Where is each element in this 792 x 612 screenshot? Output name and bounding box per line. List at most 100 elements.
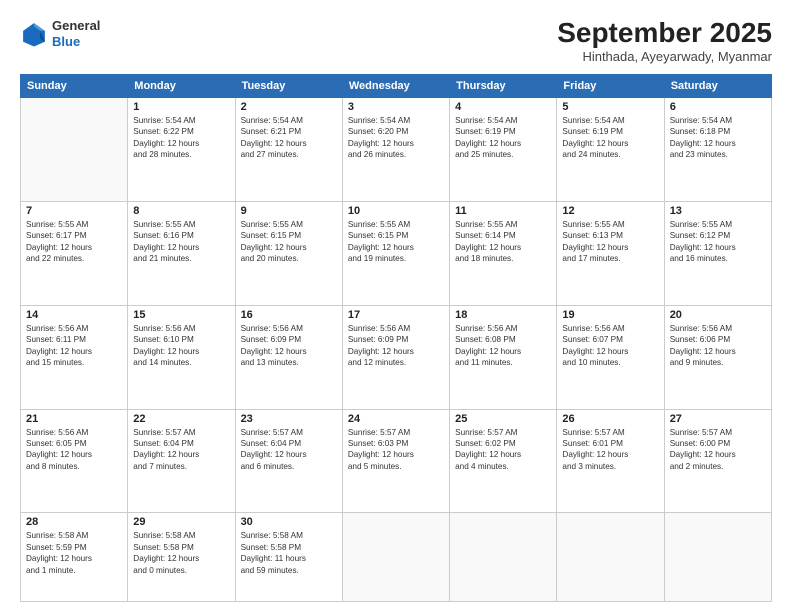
calendar-week-2: 7Sunrise: 5:55 AM Sunset: 6:17 PM Daylig…	[21, 201, 772, 305]
calendar-cell: 4Sunrise: 5:54 AM Sunset: 6:19 PM Daylig…	[450, 97, 557, 201]
day-number: 6	[670, 101, 766, 113]
calendar-cell: 30 Sunrise: 5:58 AM Sunset: 5:58 PM Dayli…	[235, 513, 342, 602]
calendar-week-5: 28 Sunrise: 5:58 AM Sunset: 5:59 PM Dayli…	[21, 513, 772, 602]
day-number: 14	[26, 309, 122, 321]
logo-blue: Blue	[52, 34, 100, 50]
day-number: 12	[562, 205, 658, 217]
calendar-cell: 24Sunrise: 5:57 AM Sunset: 6:03 PM Dayli…	[342, 409, 449, 513]
calendar-cell: 14 Sunrise: 5:56 AM Sunset: 6:11 PM Dayli…	[21, 305, 128, 409]
day-info: Sunrise: 5:54 AM Sunset: 6:22 PM Dayligh…	[133, 115, 229, 161]
calendar-cell: 8 Sunrise: 5:55 AM Sunset: 6:16 PM Daylig…	[128, 201, 235, 305]
day-number: 9	[241, 205, 337, 217]
header: General Blue September 2025 Hinthada, Ay…	[20, 18, 772, 64]
day-info: Sunrise: 5:54 AM Sunset: 6:19 PM Dayligh…	[562, 115, 658, 161]
calendar-week-3: 14 Sunrise: 5:56 AM Sunset: 6:11 PM Dayli…	[21, 305, 772, 409]
calendar-cell: 28 Sunrise: 5:58 AM Sunset: 5:59 PM Dayli…	[21, 513, 128, 602]
calendar-cell	[342, 513, 449, 602]
calendar-cell: 27Sunrise: 5:57 AM Sunset: 6:00 PM Dayli…	[664, 409, 771, 513]
day-number: 8	[133, 205, 229, 217]
day-info: Sunrise: 5:56 AM Sunset: 6:10 PM Dayligh…	[133, 323, 229, 369]
calendar-cell: 2 Sunrise: 5:54 AM Sunset: 6:21 PM Daylig…	[235, 97, 342, 201]
day-info: Sunrise: 5:58 AM Sunset: 5:59 PM Dayligh…	[26, 530, 122, 576]
weekday-header-sunday: Sunday	[21, 74, 128, 97]
day-number: 20	[670, 309, 766, 321]
weekday-header-friday: Friday	[557, 74, 664, 97]
day-info: Sunrise: 5:56 AM Sunset: 6:05 PM Dayligh…	[26, 427, 122, 473]
logo: General Blue	[20, 18, 100, 49]
calendar-cell: 29 Sunrise: 5:58 AM Sunset: 5:58 PM Dayli…	[128, 513, 235, 602]
calendar-cell: 11 Sunrise: 5:55 AM Sunset: 6:14 PM Dayli…	[450, 201, 557, 305]
day-number: 26	[562, 413, 658, 425]
calendar-cell: 9Sunrise: 5:55 AM Sunset: 6:15 PM Daylig…	[235, 201, 342, 305]
calendar-cell: 22 Sunrise: 5:57 AM Sunset: 6:04 PM Dayli…	[128, 409, 235, 513]
calendar-cell: 20 Sunrise: 5:56 AM Sunset: 6:06 PM Dayli…	[664, 305, 771, 409]
calendar-cell: 6Sunrise: 5:54 AM Sunset: 6:18 PM Daylig…	[664, 97, 771, 201]
day-number: 1	[133, 101, 229, 113]
day-info: Sunrise: 5:55 AM Sunset: 6:14 PM Dayligh…	[455, 219, 551, 265]
month-title: September 2025	[557, 18, 772, 49]
calendar-cell: 10 Sunrise: 5:55 AM Sunset: 6:15 PM Dayli…	[342, 201, 449, 305]
day-number: 22	[133, 413, 229, 425]
weekday-header-thursday: Thursday	[450, 74, 557, 97]
day-info: Sunrise: 5:58 AM Sunset: 5:58 PM Dayligh…	[241, 530, 337, 576]
title-block: September 2025 Hinthada, Ayeyarwady, Mya…	[557, 18, 772, 64]
day-number: 3	[348, 101, 444, 113]
day-number: 29	[133, 516, 229, 528]
calendar-cell: 16 Sunrise: 5:56 AM Sunset: 6:09 PM Dayli…	[235, 305, 342, 409]
calendar-cell: 5 Sunrise: 5:54 AM Sunset: 6:19 PM Daylig…	[557, 97, 664, 201]
calendar-cell	[664, 513, 771, 602]
day-number: 10	[348, 205, 444, 217]
logo-text: General Blue	[52, 18, 100, 49]
day-info: Sunrise: 5:55 AM Sunset: 6:12 PM Dayligh…	[670, 219, 766, 265]
day-number: 5	[562, 101, 658, 113]
location-subtitle: Hinthada, Ayeyarwady, Myanmar	[557, 49, 772, 64]
day-number: 18	[455, 309, 551, 321]
logo-general: General	[52, 18, 100, 34]
day-info: Sunrise: 5:54 AM Sunset: 6:20 PM Dayligh…	[348, 115, 444, 161]
day-info: Sunrise: 5:55 AM Sunset: 6:16 PM Dayligh…	[133, 219, 229, 265]
day-info: Sunrise: 5:56 AM Sunset: 6:09 PM Dayligh…	[348, 323, 444, 369]
day-number: 23	[241, 413, 337, 425]
day-number: 17	[348, 309, 444, 321]
day-info: Sunrise: 5:57 AM Sunset: 6:04 PM Dayligh…	[241, 427, 337, 473]
day-number: 15	[133, 309, 229, 321]
day-number: 11	[455, 205, 551, 217]
calendar-cell: 17 Sunrise: 5:56 AM Sunset: 6:09 PM Dayli…	[342, 305, 449, 409]
day-info: Sunrise: 5:57 AM Sunset: 6:04 PM Dayligh…	[133, 427, 229, 473]
calendar-cell: 12 Sunrise: 5:55 AM Sunset: 6:13 PM Dayli…	[557, 201, 664, 305]
day-info: Sunrise: 5:54 AM Sunset: 6:19 PM Dayligh…	[455, 115, 551, 161]
day-number: 25	[455, 413, 551, 425]
calendar-cell	[557, 513, 664, 602]
day-number: 30	[241, 516, 337, 528]
day-info: Sunrise: 5:56 AM Sunset: 6:09 PM Dayligh…	[241, 323, 337, 369]
calendar-week-1: 1 Sunrise: 5:54 AM Sunset: 6:22 PM Daylig…	[21, 97, 772, 201]
day-info: Sunrise: 5:58 AM Sunset: 5:58 PM Dayligh…	[133, 530, 229, 576]
calendar-cell: 15 Sunrise: 5:56 AM Sunset: 6:10 PM Dayli…	[128, 305, 235, 409]
calendar-cell: 3 Sunrise: 5:54 AM Sunset: 6:20 PM Daylig…	[342, 97, 449, 201]
day-info: Sunrise: 5:57 AM Sunset: 6:01 PM Dayligh…	[562, 427, 658, 473]
day-number: 27	[670, 413, 766, 425]
day-number: 24	[348, 413, 444, 425]
day-number: 2	[241, 101, 337, 113]
calendar-cell: 19Sunrise: 5:56 AM Sunset: 6:07 PM Dayli…	[557, 305, 664, 409]
calendar-week-4: 21 Sunrise: 5:56 AM Sunset: 6:05 PM Dayli…	[21, 409, 772, 513]
calendar-cell: 26 Sunrise: 5:57 AM Sunset: 6:01 PM Dayli…	[557, 409, 664, 513]
day-info: Sunrise: 5:56 AM Sunset: 6:11 PM Dayligh…	[26, 323, 122, 369]
calendar-table: SundayMondayTuesdayWednesdayThursdayFrid…	[20, 74, 772, 602]
day-info: Sunrise: 5:56 AM Sunset: 6:06 PM Dayligh…	[670, 323, 766, 369]
calendar-cell: 23 Sunrise: 5:57 AM Sunset: 6:04 PM Dayli…	[235, 409, 342, 513]
day-info: Sunrise: 5:56 AM Sunset: 6:08 PM Dayligh…	[455, 323, 551, 369]
day-info: Sunrise: 5:55 AM Sunset: 6:13 PM Dayligh…	[562, 219, 658, 265]
calendar-cell: 1 Sunrise: 5:54 AM Sunset: 6:22 PM Daylig…	[128, 97, 235, 201]
day-number: 16	[241, 309, 337, 321]
weekday-header-saturday: Saturday	[664, 74, 771, 97]
calendar-cell: 13 Sunrise: 5:55 AM Sunset: 6:12 PM Dayli…	[664, 201, 771, 305]
day-number: 28	[26, 516, 122, 528]
day-number: 13	[670, 205, 766, 217]
weekday-header-wednesday: Wednesday	[342, 74, 449, 97]
weekday-header-tuesday: Tuesday	[235, 74, 342, 97]
day-info: Sunrise: 5:54 AM Sunset: 6:21 PM Dayligh…	[241, 115, 337, 161]
day-number: 21	[26, 413, 122, 425]
page: General Blue September 2025 Hinthada, Ay…	[0, 0, 792, 612]
day-info: Sunrise: 5:55 AM Sunset: 6:15 PM Dayligh…	[348, 219, 444, 265]
